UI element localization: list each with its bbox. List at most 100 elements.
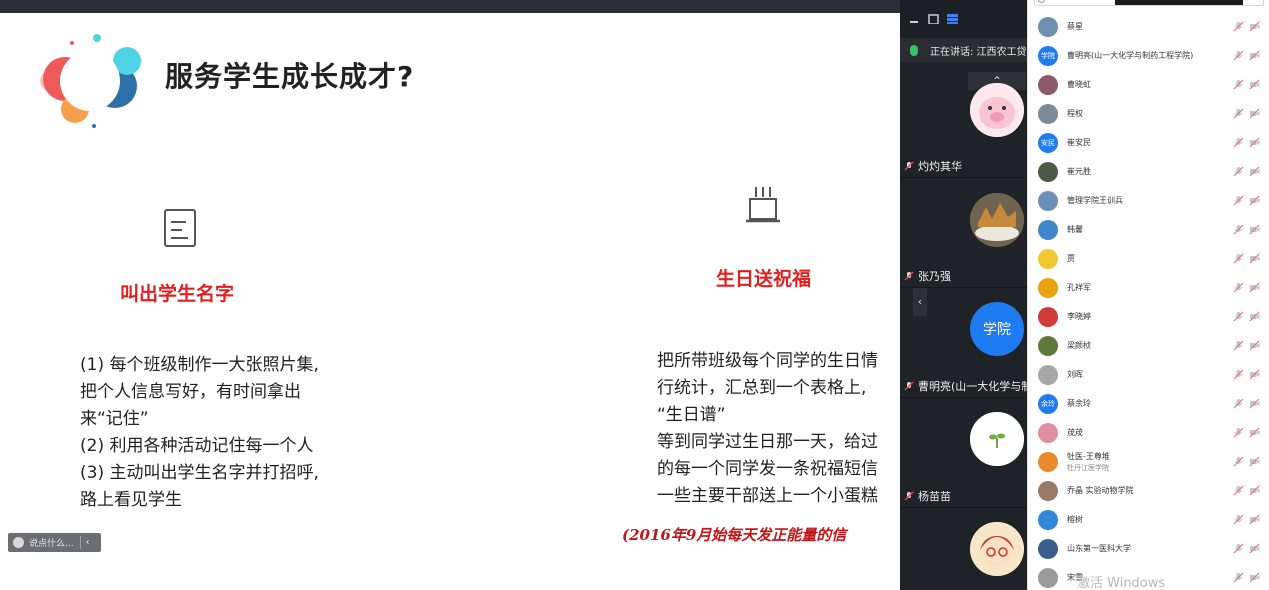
avatar [970, 412, 1024, 466]
mic-muted-icon[interactable] [1233, 340, 1244, 351]
mic-muted-icon[interactable] [1233, 369, 1244, 380]
avatar [1038, 74, 1058, 95]
participant-name: 崔元胜 [1067, 166, 1237, 177]
tile-name-label: 张乃强 [918, 270, 951, 283]
camera-off-icon[interactable] [1249, 456, 1260, 467]
camera-off-icon[interactable] [1249, 514, 1260, 525]
participant-row[interactable]: 管理学院王训兵 [1028, 186, 1269, 215]
participant-name: 贾 [1067, 253, 1237, 264]
camera-off-icon[interactable] [1249, 137, 1260, 148]
list-layout-icon[interactable] [947, 14, 958, 24]
mic-muted-icon[interactable] [1233, 485, 1244, 496]
participant-row[interactable]: 曹晓虹 [1028, 70, 1269, 99]
participant-row[interactable]: 牡医-王尊堆 牡丹江医学院 [1028, 447, 1269, 476]
participant-row[interactable]: 韩馨 [1028, 215, 1269, 244]
mic-muted-icon[interactable] [1233, 572, 1244, 583]
right-line: 等到同学过生日那一天，给过 [657, 432, 878, 452]
camera-off-icon[interactable] [1249, 50, 1260, 61]
left-line: 把个人信息写好，有时间拿出 [80, 382, 301, 402]
participant-row[interactable]: 余玲 蔡余玲 [1028, 389, 1269, 418]
avatar [1038, 335, 1058, 356]
camera-off-icon[interactable] [1249, 166, 1260, 177]
mic-muted-icon[interactable] [1233, 456, 1244, 467]
left-body: (1) 每个班级制作一大张照片集, 把个人信息写好，有时间拿出 来“记住” (2… [80, 352, 319, 514]
slide-footnote: (2016年9月始每天发正能量的信 [622, 526, 847, 544]
right-line: 行统计，汇总到一个表格上, [657, 378, 867, 398]
mic-muted-icon[interactable] [1233, 311, 1244, 322]
participant-row[interactable]: 程权 [1028, 99, 1269, 128]
mic-muted-icon[interactable] [1233, 108, 1244, 119]
camera-off-icon[interactable] [1249, 485, 1260, 496]
participant-row[interactable]: 李晓婷 [1028, 302, 1269, 331]
camera-off-icon[interactable] [1249, 427, 1260, 438]
camera-off-icon[interactable] [1249, 398, 1260, 409]
participant-row[interactable]: 荗荗 [1028, 418, 1269, 447]
participant-row[interactable]: 孔祥军 [1028, 273, 1269, 302]
participant-name-label: 蔡余玲 [1067, 399, 1091, 408]
participant-name: 崔安民 [1067, 137, 1237, 148]
participant-name-label: 刘晖 [1067, 370, 1083, 379]
mic-muted-icon[interactable] [1233, 21, 1244, 32]
video-tile[interactable]: 张乃强 [900, 178, 1027, 288]
participant-row[interactable]: 榕树 [1028, 505, 1269, 534]
participant-row[interactable]: 山东第一医科大学 [1028, 534, 1269, 563]
camera-off-icon[interactable] [1249, 311, 1260, 322]
camera-off-icon[interactable] [1249, 108, 1260, 119]
video-tile[interactable]: 灼灼其华 [900, 68, 1027, 178]
participant-name-label: 梁颜桢 [1067, 341, 1091, 350]
video-tile[interactable]: 杨苗苗 [900, 398, 1027, 508]
camera-off-icon[interactable] [1249, 253, 1260, 264]
mic-muted-icon[interactable] [1233, 427, 1244, 438]
mic-muted-icon[interactable] [1233, 137, 1244, 148]
avatar: 学院 [1038, 45, 1058, 66]
tile-name: 灼灼其华 [904, 158, 962, 174]
avatar [1038, 364, 1058, 385]
avatar [970, 522, 1024, 576]
restore-icon[interactable] [928, 14, 939, 24]
participant-row[interactable]: 蔡星 [1028, 12, 1269, 41]
mic-muted-icon[interactable] [1233, 543, 1244, 554]
participant-row[interactable]: 刘晖 [1028, 360, 1269, 389]
participant-name-label: 韩馨 [1067, 225, 1083, 234]
mic-muted-icon[interactable] [1233, 79, 1244, 90]
mic-muted-icon[interactable] [1233, 166, 1244, 177]
tile-name: 曹明亮(山一大化学与制 [904, 378, 1027, 394]
right-line: “生日谱” [657, 405, 726, 425]
tile-name-label: 灼灼其华 [918, 160, 962, 173]
search-input[interactable] [1034, 0, 1264, 6]
camera-off-icon[interactable] [1249, 340, 1260, 351]
mic-muted-icon[interactable] [1233, 282, 1244, 293]
video-tile[interactable] [900, 508, 1027, 590]
camera-off-icon[interactable] [1249, 543, 1260, 554]
camera-off-icon[interactable] [1249, 224, 1260, 235]
minimize-icon[interactable] [909, 14, 919, 24]
participant-name: 蔡余玲 [1067, 398, 1237, 409]
mic-muted-icon[interactable] [1233, 253, 1244, 264]
mic-muted-icon[interactable] [1233, 398, 1244, 409]
collapse-panel-button[interactable]: ‹ [913, 288, 927, 316]
emoji-icon[interactable] [13, 537, 24, 548]
participant-row[interactable]: 乔晶 实验动物学院 [1028, 476, 1269, 505]
participant-name: 蔡星 [1067, 21, 1237, 32]
participant-row[interactable]: 梁颜桢 [1028, 331, 1269, 360]
camera-off-icon[interactable] [1249, 21, 1260, 32]
camera-off-icon[interactable] [1249, 369, 1260, 380]
participant-list: 蔡星学院 曹明亮(山一大化学与制药工程学院) 曹晓虹 程权 安民 崔安民崔元胜管理学院王训… [1027, 0, 1269, 590]
mic-muted-icon[interactable] [1233, 514, 1244, 525]
camera-off-icon[interactable] [1249, 79, 1260, 90]
camera-off-icon[interactable] [1249, 195, 1260, 206]
participant-name: 荗荗 [1067, 427, 1237, 438]
participant-row[interactable]: 学院 曹明亮(山一大化学与制药工程学院) [1028, 41, 1269, 70]
camera-off-icon[interactable] [1249, 282, 1260, 293]
mic-muted-icon[interactable] [1233, 224, 1244, 235]
right-line: 一些主要干部送上一个小蛋糕 [657, 486, 878, 506]
chevron-left-icon[interactable]: ‹ [86, 537, 90, 548]
chat-input-button[interactable]: 说点什么... ‹ [8, 533, 101, 552]
camera-off-icon[interactable] [1249, 572, 1260, 583]
mic-muted-icon[interactable] [1233, 195, 1244, 206]
mic-muted-icon[interactable] [1233, 50, 1244, 61]
participant-row[interactable]: 贾 [1028, 244, 1269, 273]
participant-row[interactable]: 安民 崔安民 [1028, 128, 1269, 157]
participant-row[interactable]: 崔元胜 [1028, 157, 1269, 186]
left-line: 路上看见学生 [80, 490, 182, 510]
